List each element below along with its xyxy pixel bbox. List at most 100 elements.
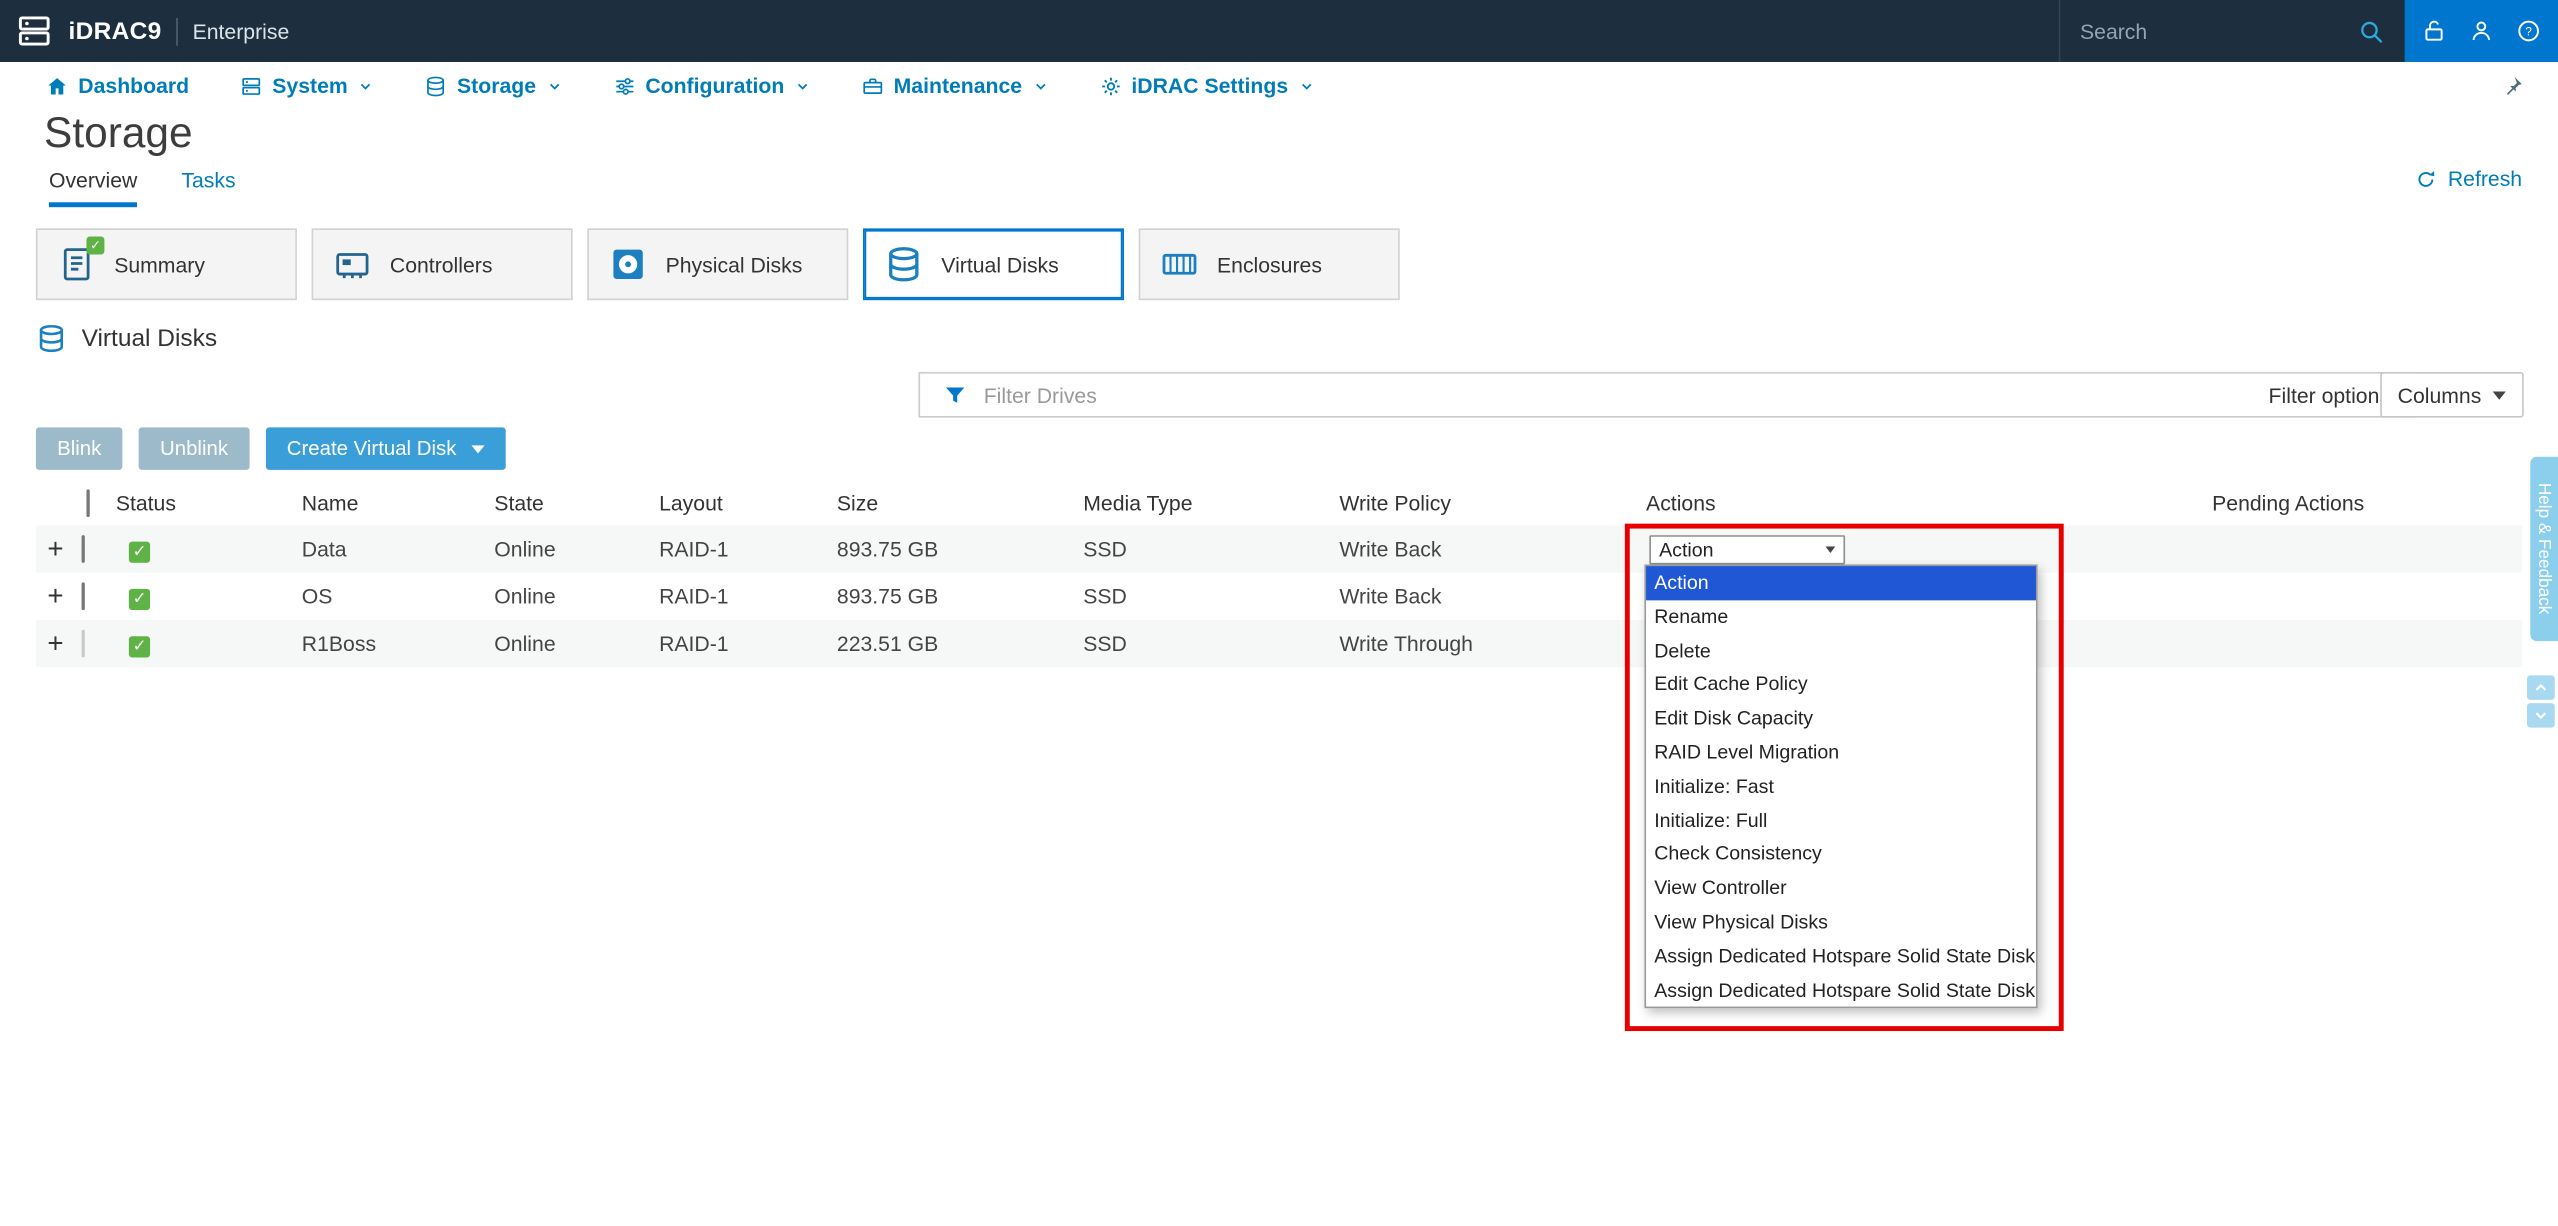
action-menu-item[interactable]: Edit Cache Policy [1646,668,2036,702]
scroll-up-button[interactable] [2527,675,2555,699]
refresh-link[interactable]: Refresh [2415,166,2522,190]
nav-item-configuration[interactable]: Configuration [613,73,811,97]
masthead: iDRAC9 Enterprise [0,0,2558,62]
column-header-layout: Layout [654,490,832,514]
column-header-size: Size [832,490,1078,514]
nav-item-idrac-settings[interactable]: iDRAC Settings [1099,73,1314,97]
action-menu-item[interactable]: View Physical Disks [1646,905,2036,939]
scroll-buttons [2527,675,2555,727]
card-label: Virtual Disks [941,252,1058,276]
nav-item-storage[interactable]: Storage [424,73,562,97]
action-menu-item[interactable]: Action [1646,566,2036,600]
status-cell: ✓ [111,631,297,657]
nav-label: iDRAC Settings [1131,73,1288,97]
card-controllers[interactable]: Controllers [312,228,573,300]
card-virtual-disks[interactable]: Virtual Disks [863,228,1124,300]
caret-down-icon [2493,391,2506,399]
virtual-disks-section-icon [36,323,67,354]
write-policy-cell: Write Through [1334,631,1641,655]
action-select[interactable]: Action [1649,534,1845,563]
action-menu-item[interactable]: Rename [1646,600,2036,634]
unlock-icon[interactable] [2421,18,2447,44]
help-icon[interactable]: ? [2516,18,2542,44]
columns-label: Columns [2398,383,2482,407]
chevron-down-icon [794,77,810,93]
controller-icon [333,245,372,284]
nav-item-maintenance[interactable]: Maintenance [861,73,1048,97]
card-physical-disks[interactable]: Physical Disks [587,228,848,300]
filter-drives-input[interactable] [984,383,2253,407]
action-menu-item[interactable]: View Controller [1646,871,2036,905]
caret-down-icon [1826,546,1836,553]
idrac-storage-page: iDRAC9 Enterprise [0,0,2558,1226]
media-type-cell: SSD [1078,584,1334,608]
masthead-right: ? [2059,0,2558,62]
search-icon[interactable] [2357,17,2385,45]
layout-cell: RAID-1 [654,537,832,561]
tab-overview[interactable]: Overview [49,168,137,207]
user-icon[interactable] [2468,18,2494,44]
state-cell: Online [489,631,654,655]
expand-row-button[interactable]: + [36,582,75,610]
columns-button[interactable]: Columns [2380,372,2524,418]
state-cell: Online [489,537,654,561]
page-title: Storage [44,108,193,159]
action-menu-item[interactable]: Delete [1646,634,2036,668]
database-icon [424,74,447,97]
action-menu-item[interactable]: Assign Dedicated Hotspare Solid State Di… [1646,939,2036,973]
action-menu-item[interactable]: Check Consistency [1646,838,2036,872]
table-row: + ✓ R1Boss Online RAID-1 223.51 GB SSD W… [36,620,2522,667]
virtual-disk-icon [884,245,923,284]
refresh-label: Refresh [2448,166,2522,190]
chevron-down-icon [1298,77,1314,93]
help-feedback-tab[interactable]: Help & Feedback [2530,457,2558,641]
action-menu-item[interactable]: Edit Disk Capacity [1646,702,2036,736]
pin-icon[interactable] [2501,73,2525,97]
nav-label: Maintenance [894,73,1022,97]
row-checkbox[interactable] [82,630,85,658]
action-menu-item[interactable]: Initialize: Full [1646,804,2036,838]
search-input[interactable] [2080,19,2344,43]
card-enclosures[interactable]: Enclosures [1139,228,1400,300]
expand-row-button[interactable]: + [36,535,75,563]
tab-tasks[interactable]: Tasks [181,168,235,207]
card-label: Enclosures [1217,252,1322,276]
size-cell: 893.75 GB [832,537,1078,561]
card-summary[interactable]: ✓ Summary [36,228,297,300]
card-label: Controllers [390,252,493,276]
table-row: + ✓ Data Online RAID-1 893.75 GB SSD Wri… [36,525,2522,572]
nav-item-system[interactable]: System [240,73,374,97]
status-ok-icon: ✓ [129,588,150,609]
chevron-down-icon [1032,77,1048,93]
column-header-write-policy: Write Policy [1334,490,1641,514]
chevron-up-icon [2532,679,2550,697]
expand-row-button[interactable]: + [36,630,75,658]
scroll-down-button[interactable] [2527,703,2555,727]
filter-options-link[interactable]: Filter options [2269,383,2390,407]
chevron-down-icon [358,77,374,93]
server-icon [240,74,263,97]
nav-label: Configuration [645,73,784,97]
column-header-pending-actions: Pending Actions [2207,490,2522,514]
row-checkbox[interactable] [82,582,85,610]
layout-cell: RAID-1 [654,584,832,608]
create-virtual-disk-button[interactable]: Create Virtual Disk [266,427,506,469]
blink-button[interactable]: Blink [36,427,123,469]
action-menu-item[interactable]: Assign Dedicated Hotspare Solid State Di… [1646,973,2036,1007]
name-cell: OS [297,584,490,608]
nav-item-dashboard[interactable]: Dashboard [46,73,189,97]
masthead-icon-block: ? [2405,0,2558,62]
brand-edition: Enterprise [193,19,290,43]
name-cell: R1Boss [297,631,490,655]
storage-category-cards: ✓ Summary Controllers Phy [36,228,1400,300]
summary-icon: ✓ [57,245,96,284]
action-menu-item[interactable]: Initialize: Fast [1646,770,2036,804]
tabs: Overview Tasks [49,168,236,207]
action-menu-item[interactable]: RAID Level Migration [1646,736,2036,770]
row-checkbox[interactable] [82,535,85,563]
summary-ok-badge: ✓ [86,237,104,255]
select-all-checkbox[interactable] [86,489,89,517]
unblink-button[interactable]: Unblink [139,427,249,469]
media-type-cell: SSD [1078,537,1334,561]
search-box[interactable] [2059,0,2405,62]
